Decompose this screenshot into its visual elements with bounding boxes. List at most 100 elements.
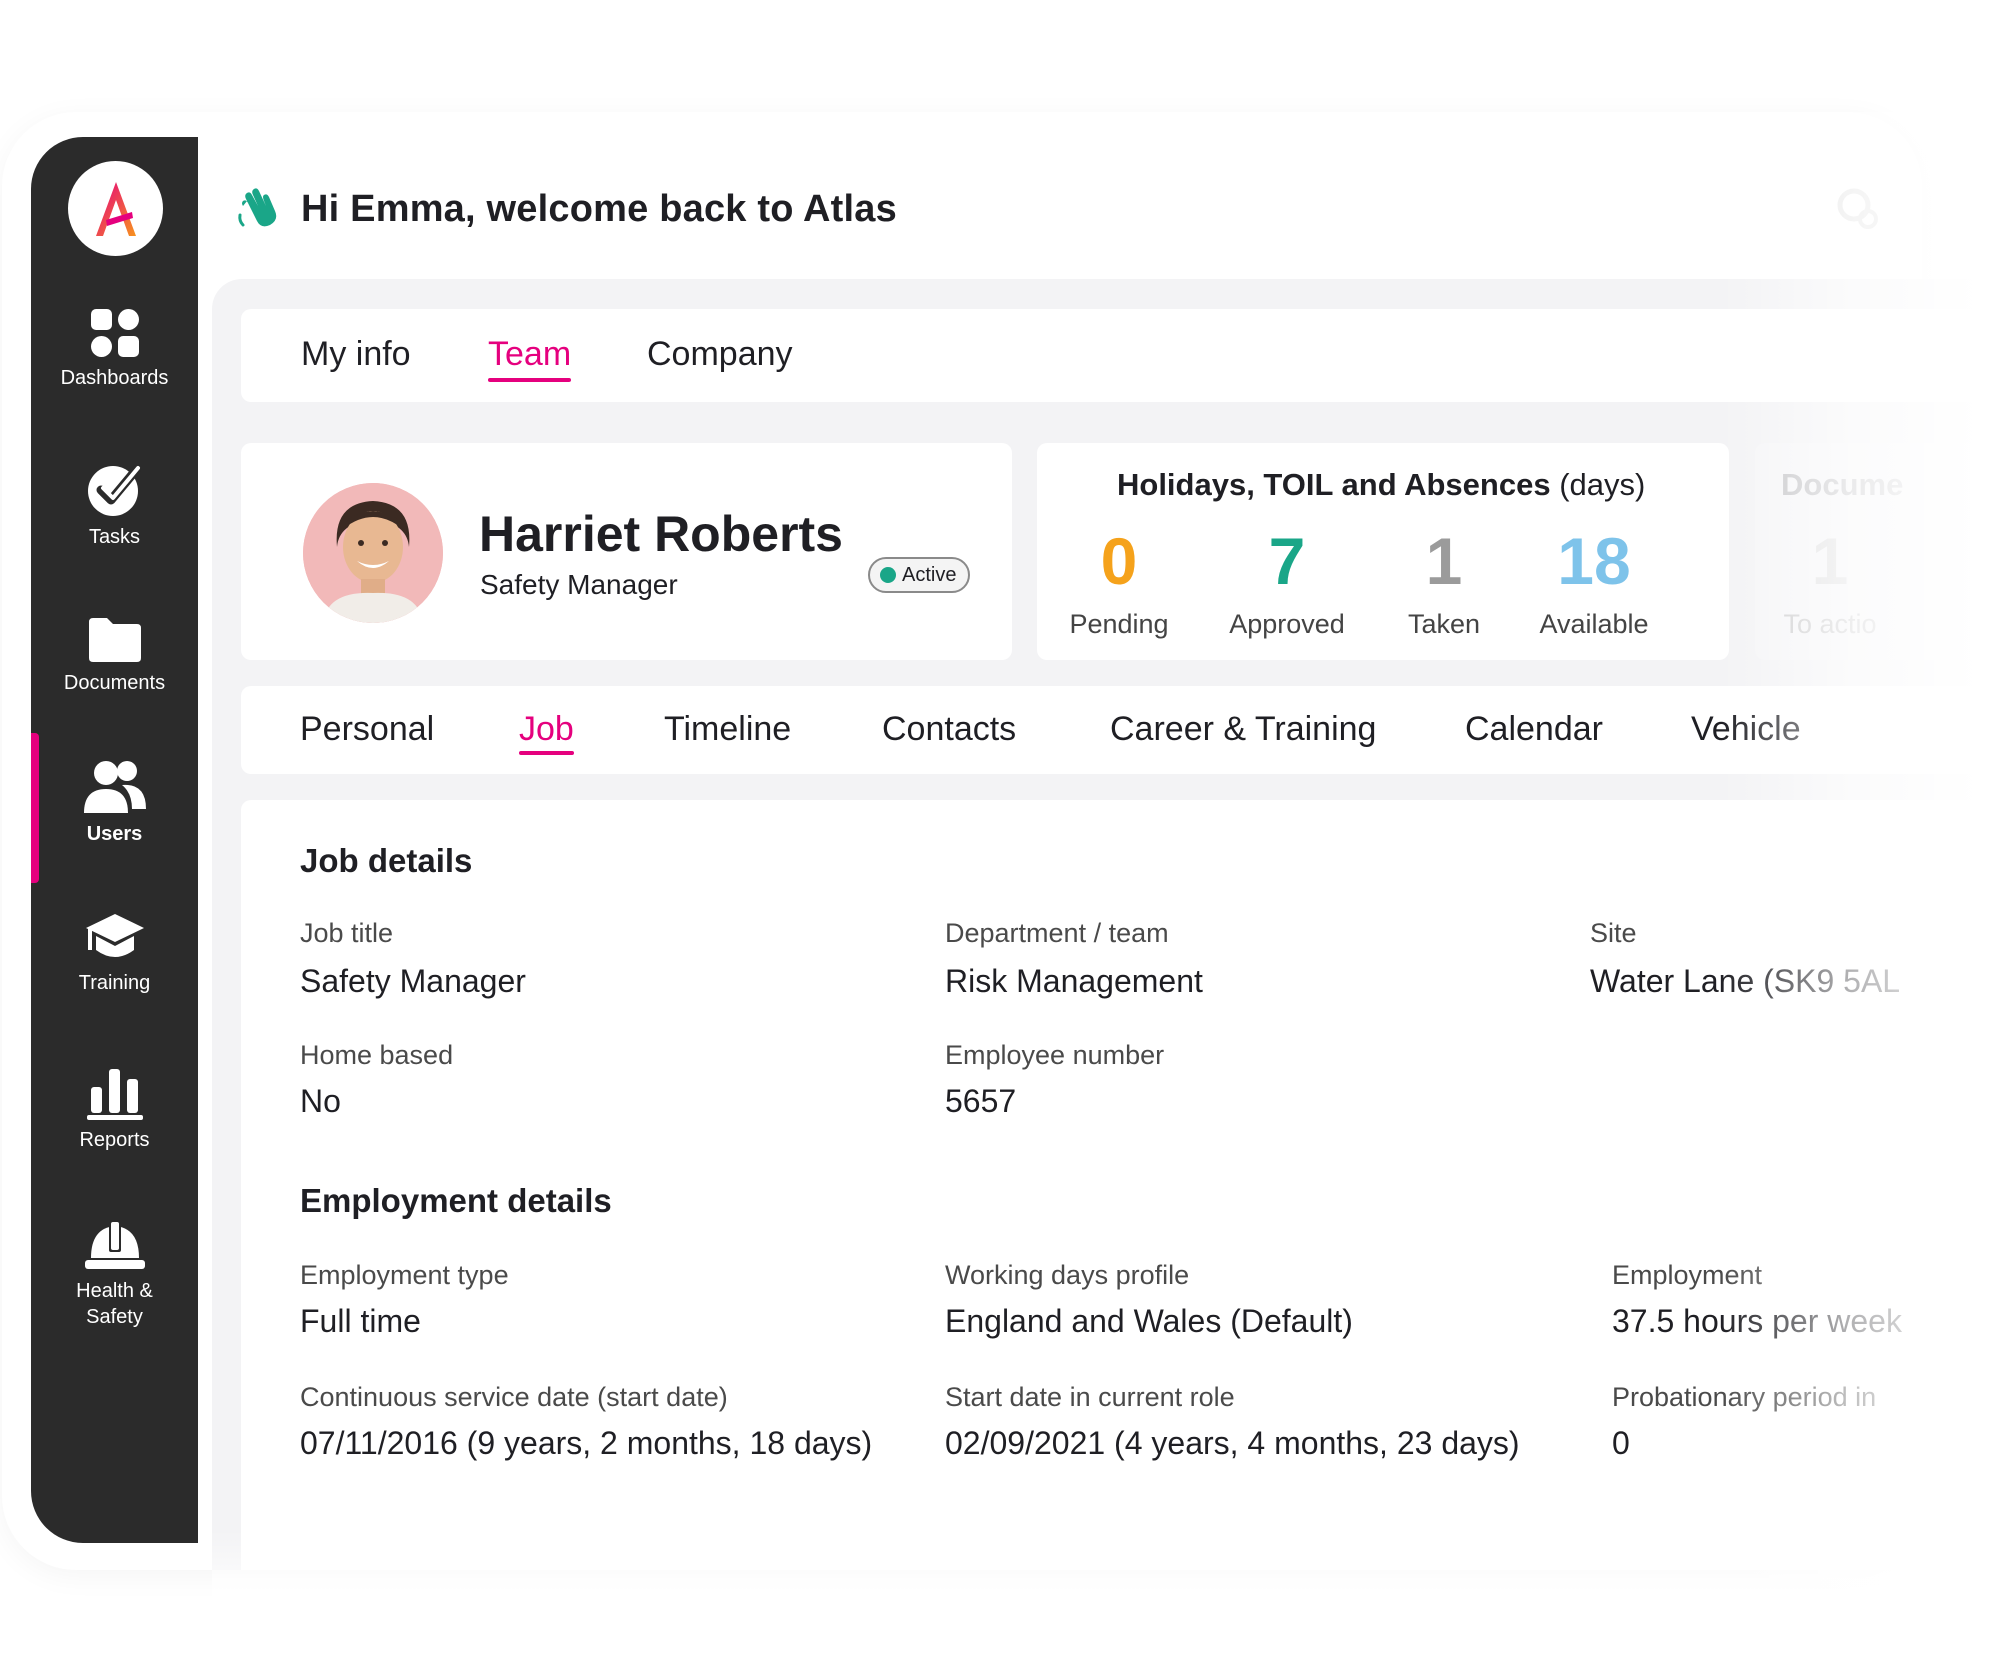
tab-label: Job (519, 710, 574, 748)
holidays-unit: (days) (1559, 467, 1646, 502)
stat-approved: 7 Approved (1212, 521, 1362, 640)
atlas-logo[interactable] (68, 161, 163, 256)
check-circle-icon (87, 465, 140, 516)
stat-available: 18 Available (1519, 521, 1669, 640)
tab-label: Vehicle (1691, 710, 1801, 748)
documents-card[interactable]: Docume 1 To actio (1755, 443, 2004, 660)
field-value-job-title: Safety Manager (300, 963, 526, 999)
field-label-working-days: Working days profile (945, 1260, 1190, 1290)
profile-role: Safety Manager (480, 569, 678, 600)
waving-hand-icon (238, 188, 277, 227)
stat-value: 0 (1100, 524, 1138, 598)
hard-hat-icon (84, 1222, 145, 1269)
field-value-employee-number: 5657 (945, 1083, 1017, 1119)
tab-label: Company (647, 335, 793, 373)
sidebar-item-label: Tasks (88, 526, 141, 548)
field-value-home-based: No (300, 1083, 341, 1119)
sidebar-item-reports[interactable]: Reports (31, 1067, 198, 1153)
stat-pending: 0 Pending (1044, 521, 1194, 640)
status-dot-icon (880, 567, 896, 583)
sidebar-item-label: Dashboards (60, 367, 169, 389)
field-value-employment-hours: 37.5 hours per week (1612, 1303, 1902, 1339)
stat-documents: 1 To actio (1755, 521, 1905, 640)
atlas-logo-icon (95, 181, 136, 236)
field-value-start-date-role: 02/09/2021 (4 years, 4 months, 23 days) (945, 1425, 1520, 1461)
tab-label: Calendar (1465, 710, 1603, 748)
field-label-job-title: Job title (300, 918, 394, 948)
field-label-employment-hours: Employment (1612, 1260, 1763, 1290)
tab-team[interactable]: Team (488, 335, 572, 382)
field-label-start-date-role: Start date in current role (945, 1382, 1235, 1412)
top-tabs: My info Team Company (241, 309, 2004, 402)
status-badge: Active (868, 557, 971, 593)
bar-chart-icon (86, 1069, 143, 1120)
section-title-employment-details: Employment details (300, 1182, 612, 1219)
field-label-home-based: Home based (300, 1040, 454, 1070)
field-label-department: Department / team (945, 918, 1169, 948)
folder-icon (88, 618, 141, 662)
field-value-probation: 0 (1612, 1425, 1630, 1461)
sidebar-item-dashboards[interactable]: Dashboards (31, 307, 198, 391)
tab-label: Team (488, 335, 572, 373)
profile-card: Harriet Roberts Safety Manager Active (241, 443, 1012, 660)
tab-vehicle[interactable]: Vehicle (1691, 710, 1801, 749)
users-icon (83, 761, 146, 813)
active-tab-underline (488, 378, 572, 382)
sidebar-item-label: Training (78, 972, 151, 994)
field-value-continuous-service: 07/11/2016 (9 years, 2 months, 18 days) (300, 1425, 873, 1461)
holidays-card[interactable]: Holidays, TOIL and Absences (days) 0 Pen… (1037, 443, 1729, 660)
field-label-probation: Probationary period in (1612, 1382, 1877, 1412)
tab-company[interactable]: Company (647, 335, 793, 374)
avatar (303, 483, 443, 623)
field-value-employment-type: Full time (300, 1303, 421, 1339)
sidebar-item-label: Health & (76, 1280, 153, 1302)
sidebar-item-label: Users (86, 823, 143, 845)
stat-label: Pending (1069, 609, 1169, 639)
field-value-working-days: England and Wales (Default) (945, 1303, 1353, 1339)
tab-contacts[interactable]: Contacts (882, 710, 1016, 749)
tab-job[interactable]: Job (519, 710, 574, 755)
dashboard-grid-icon (90, 309, 139, 357)
sidebar-item-users[interactable]: Users (31, 759, 198, 847)
stat-value: 1 (1425, 524, 1463, 598)
stat-label: Taken (1407, 609, 1481, 639)
sidebar-item-tasks[interactable]: Tasks (31, 460, 198, 550)
profile-tabs: Personal Job Timeline Contacts Career & … (241, 686, 2004, 774)
tab-career-training[interactable]: Career & Training (1110, 710, 1376, 749)
settings-icon[interactable] (1836, 187, 1880, 231)
tab-label: My info (301, 335, 411, 373)
sidebar-item-health-safety[interactable]: Health & Safety (31, 1220, 198, 1330)
field-label-employee-number: Employee number (945, 1040, 1165, 1070)
stat-label: Approved (1229, 609, 1345, 639)
stat-label: To actio (1783, 609, 1877, 639)
sidebar-item-label-line2: Safety (86, 1306, 143, 1328)
active-tab-underline (519, 751, 574, 755)
avatar-image (303, 483, 443, 623)
holidays-title-text: Holidays, TOIL and Absences (1117, 467, 1551, 502)
sidebar-item-label: Reports (79, 1129, 150, 1151)
tab-label: Timeline (664, 710, 792, 748)
tab-timeline[interactable]: Timeline (664, 710, 791, 749)
status-label: Active (902, 563, 957, 586)
field-value-site: Water Lane (SK9 5AL (1590, 963, 1901, 999)
sidebar: Dashboards Tasks Documents Users Trainin… (31, 137, 198, 1543)
tab-personal[interactable]: Personal (300, 710, 434, 749)
tab-label: Personal (300, 710, 435, 748)
field-value-department: Risk Management (945, 963, 1203, 999)
field-label-employment-type: Employment type (300, 1260, 509, 1290)
stat-value: 1 (1811, 524, 1849, 598)
holidays-title: Holidays, TOIL and Absences (days) (1117, 467, 1645, 503)
profile-name: Harriet Roberts (479, 506, 843, 562)
documents-title: Docume (1781, 467, 1904, 502)
job-details-panel: Job details Job title Safety Manager Dep… (241, 800, 2004, 1570)
tab-calendar[interactable]: Calendar (1465, 710, 1603, 749)
tab-my-info[interactable]: My info (301, 335, 411, 374)
sidebar-item-training[interactable]: Training (31, 912, 198, 996)
graduation-cap-icon (85, 914, 144, 957)
sidebar-item-documents[interactable]: Documents (31, 616, 198, 696)
field-label-site: Site (1590, 918, 1637, 948)
tab-label: Career & Training (1110, 710, 1377, 748)
section-title-job-details: Job details (300, 842, 473, 879)
tab-label: Contacts (882, 710, 1017, 748)
page-title: Hi Emma, welcome back to Atlas (301, 187, 897, 230)
